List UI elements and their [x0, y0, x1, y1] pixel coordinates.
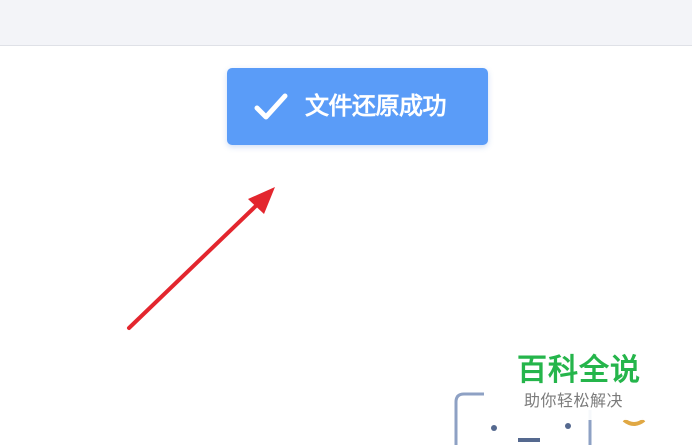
toast-message: 文件还原成功 [305, 92, 447, 120]
top-toolbar [0, 0, 692, 46]
watermark: 百科全说 助你轻松解决 [505, 350, 655, 420]
check-icon [254, 92, 288, 122]
watermark-title: 百科全说 [517, 353, 641, 388]
success-toast: 文件还原成功 [227, 68, 488, 145]
watermark-subtitle: 助你轻松解决 [524, 391, 624, 410]
